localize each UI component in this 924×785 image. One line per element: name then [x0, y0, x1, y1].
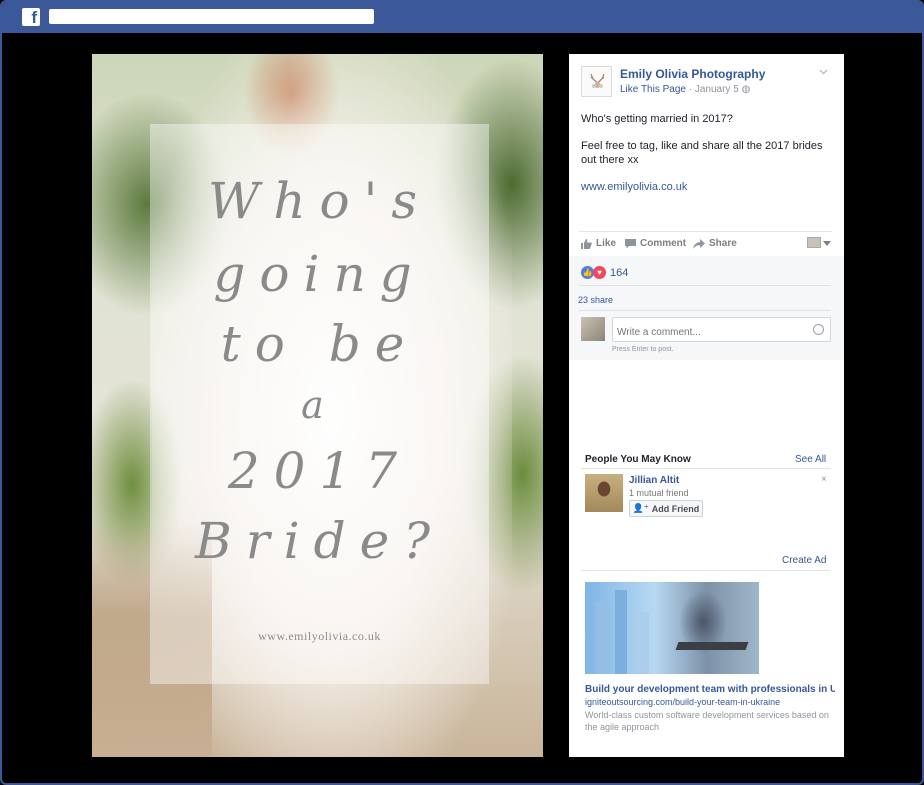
share-arrow-icon — [693, 238, 705, 249]
add-friend-icon: 👤⁺ — [632, 503, 649, 513]
reactions-summary[interactable]: 👍 ♥ 164 — [581, 266, 628, 279]
pymk-heading: People You May Know — [585, 454, 691, 465]
divider — [579, 310, 831, 311]
share-count-link[interactable]: 23 share — [578, 295, 613, 305]
overlay-line-6: Bride? — [194, 512, 445, 570]
overlay-line-2: going — [213, 245, 426, 303]
facebook-logo[interactable]: f — [22, 8, 40, 26]
add-friend-label: Add Friend — [651, 503, 700, 514]
comment-input[interactable] — [612, 317, 831, 342]
post-text: Who's getting married in 2017? Feel free… — [581, 112, 831, 207]
post-text-line-1: Who's getting married in 2017? — [581, 113, 733, 125]
caret-down-icon[interactable] — [823, 241, 831, 246]
post-text-line-2: Feel free to tag, like and share all the… — [581, 140, 823, 166]
photo-text-overlay: Who's going to be a 2017 Bride? www.emil… — [150, 124, 489, 684]
emoji-icon[interactable] — [813, 324, 824, 335]
comment-button[interactable]: Comment — [625, 238, 686, 249]
search-input[interactable] — [49, 9, 374, 24]
globe-icon: ◍ — [741, 84, 751, 95]
page-name-link[interactable]: Emily Olivia Photography — [620, 67, 765, 81]
comment-icon — [625, 238, 636, 248]
overlay-line-1: Who's — [207, 172, 432, 230]
share-button[interactable]: Share — [693, 238, 737, 249]
ad-image-building — [595, 602, 609, 674]
like-button[interactable]: Like — [581, 238, 616, 249]
ad-image[interactable] — [585, 582, 759, 674]
post-photo[interactable]: Who's going to be a 2017 Bride? www.emil… — [92, 54, 543, 757]
see-all-link[interactable]: See All — [795, 454, 826, 465]
post-action-bar: Like Comment Share — [579, 231, 832, 255]
chevron-down-icon[interactable] — [819, 67, 828, 76]
like-page-link[interactable]: Like This Page — [620, 84, 686, 95]
facebook-top-bar: f — [2, 2, 922, 33]
ad-image-building — [615, 590, 627, 674]
press-enter-hint: Press Enter to post. — [612, 346, 674, 353]
post-link[interactable]: www.emilyolivia.co.uk — [581, 181, 687, 193]
engagement-area: 👍 ♥ 164 23 share Press Enter to post. — [569, 256, 844, 360]
ad-image-building — [633, 612, 649, 674]
reaction-count[interactable]: 164 — [610, 267, 628, 279]
close-icon[interactable]: × — [821, 474, 827, 485]
love-reaction-icon: ♥ — [593, 266, 606, 279]
mutual-friends[interactable]: 1 mutual friend — [629, 488, 689, 498]
thumbs-up-icon — [581, 238, 592, 249]
person-avatar[interactable] — [585, 474, 623, 512]
ad-url[interactable]: igniteoutsourcing.com/build-your-team-in… — [585, 697, 780, 707]
divider — [581, 468, 831, 469]
overlay-line-4: a — [301, 383, 338, 427]
comment-label: Comment — [640, 238, 687, 249]
share-label: Share — [709, 238, 737, 249]
ad-image-tablet — [675, 642, 749, 650]
create-ad-link[interactable]: Create Ad — [782, 555, 826, 566]
overlay-line-3: to be — [220, 315, 419, 373]
antler-logo-icon — [590, 73, 605, 88]
like-label: Like — [596, 238, 617, 249]
commenter-avatar — [581, 317, 605, 341]
post-date[interactable]: January 5 — [695, 84, 739, 95]
overlay-line-5: 2017 — [227, 442, 412, 500]
divider — [581, 570, 831, 571]
post-as-avatar[interactable] — [807, 237, 821, 248]
add-friend-button[interactable]: 👤⁺ Add Friend — [629, 500, 703, 517]
post-meta: Like This Page · January 5 ◍ — [620, 84, 750, 95]
overlay-url: www.emilyolivia.co.uk — [258, 629, 381, 643]
divider — [579, 285, 831, 286]
person-name-link[interactable]: Jillian Altit — [629, 475, 679, 486]
ad-title-link[interactable]: Build your development team with profess… — [585, 684, 835, 695]
page-avatar[interactable] — [581, 66, 612, 97]
ad-description: World-class custom software development … — [585, 710, 829, 732]
browser-frame: f Who's going to be a 2017 Bride? www.em… — [0, 0, 924, 785]
post-side-panel: Emily Olivia Photography Like This Page … — [569, 54, 844, 757]
